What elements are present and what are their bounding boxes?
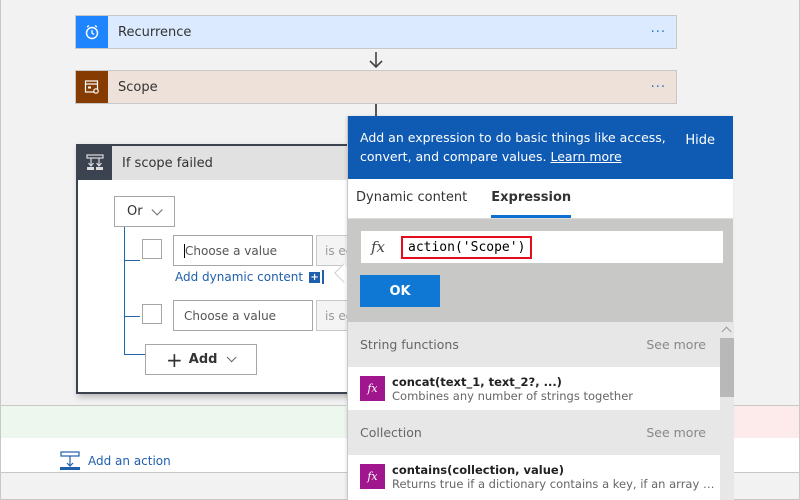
add-action-icon — [60, 451, 80, 470]
dynamic-content-panel: Add an expression to do basic things lik… — [347, 116, 734, 500]
alarm-clock-icon — [76, 16, 108, 48]
info-banner: Add an expression to do basic things lik… — [348, 116, 733, 179]
chevron-down-icon — [151, 203, 163, 216]
add-row-button[interactable]: + Add — [145, 344, 257, 375]
divider — [322, 270, 325, 284]
section-title: Collection — [360, 425, 422, 440]
function-icon: fx — [360, 464, 385, 489]
function-name: concat(text_1, text_2?, ...) — [392, 374, 562, 389]
tab-dynamic-content[interactable]: Dynamic content — [356, 190, 467, 218]
plus-icon: + — [309, 271, 321, 283]
function-icon: fx — [360, 376, 385, 401]
recurrence-title: Recurrence — [118, 24, 192, 40]
function-list: String functions See more fx concat(text… — [348, 322, 720, 500]
chevron-up-icon[interactable] — [721, 326, 732, 337]
tab-expression[interactable]: Expression — [491, 190, 572, 218]
learn-more-link[interactable]: Learn more — [550, 149, 621, 164]
function-name: contains(collection, value) — [392, 462, 564, 477]
tree-line — [124, 227, 125, 354]
connector-line — [375, 104, 377, 116]
section-header-string-functions: String functions See more — [348, 322, 720, 367]
add-action-button[interactable]: Add an action — [60, 451, 171, 471]
scope-card[interactable]: Scope ··· — [75, 70, 677, 104]
tree-branch — [124, 354, 146, 355]
expression-editor: fx action('Scope') OK — [348, 219, 733, 322]
more-options-icon[interactable]: ··· — [651, 25, 666, 40]
add-dynamic-content-link[interactable]: Add dynamic content + — [175, 270, 325, 284]
see-more-link[interactable]: See more — [646, 425, 706, 440]
group-operator-dropdown[interactable]: Or — [114, 196, 175, 227]
plus-icon: + — [166, 347, 183, 372]
row-checkbox[interactable] — [142, 239, 162, 259]
see-more-link[interactable]: See more — [646, 337, 706, 352]
panel-tabs: Dynamic content Expression — [348, 179, 733, 219]
group-operator-value: Or — [127, 204, 143, 219]
section-header-collection: Collection See more — [348, 410, 720, 455]
tree-branch — [124, 260, 140, 261]
scope-title: Scope — [118, 79, 158, 95]
fx-icon: fx — [371, 238, 386, 256]
tree-branch — [124, 316, 140, 317]
more-options-icon[interactable]: ··· — [651, 80, 666, 95]
condition-title: If scope failed — [122, 155, 213, 171]
function-list-scrollbar[interactable] — [720, 322, 734, 500]
expression-value[interactable]: action('Scope') — [401, 235, 533, 259]
recurrence-card[interactable]: Recurrence ··· — [75, 15, 677, 49]
chevron-down-icon — [227, 352, 238, 363]
success-branch-band — [1, 405, 346, 438]
function-item-contains[interactable]: fx contains(collection, value) Returns t… — [348, 455, 720, 498]
scope-icon — [76, 71, 108, 103]
arrow-down-icon — [369, 52, 383, 69]
value-placeholder: Choose a value — [185, 243, 278, 258]
condition-card: If scope failed Or Choose a value is equ… — [76, 144, 376, 394]
expression-input[interactable]: fx action('Scope') — [361, 231, 723, 263]
add-button-label: Add — [188, 352, 218, 367]
scrollbar-thumb[interactable] — [720, 338, 734, 397]
value-input[interactable]: Choose a value — [173, 300, 313, 331]
condition-header[interactable]: If scope failed — [78, 146, 364, 180]
ok-button[interactable]: OK — [360, 275, 440, 307]
add-action-label: Add an action — [88, 454, 171, 468]
add-dynamic-content-label: Add dynamic content — [175, 270, 304, 284]
function-description: Combines any number of strings together — [392, 388, 634, 403]
value-input[interactable]: Choose a value — [173, 235, 313, 266]
failure-branch-band — [734, 405, 799, 438]
function-description: Returns true if a dictionary contains a … — [392, 476, 717, 491]
row-checkbox[interactable] — [142, 304, 162, 324]
hide-button[interactable]: Hide — [685, 131, 715, 150]
function-item-concat[interactable]: fx concat(text_1, text_2?, ...) Combines… — [348, 367, 720, 410]
value-placeholder: Choose a value — [184, 308, 277, 323]
condition-icon — [78, 146, 112, 180]
section-title: String functions — [360, 337, 459, 352]
